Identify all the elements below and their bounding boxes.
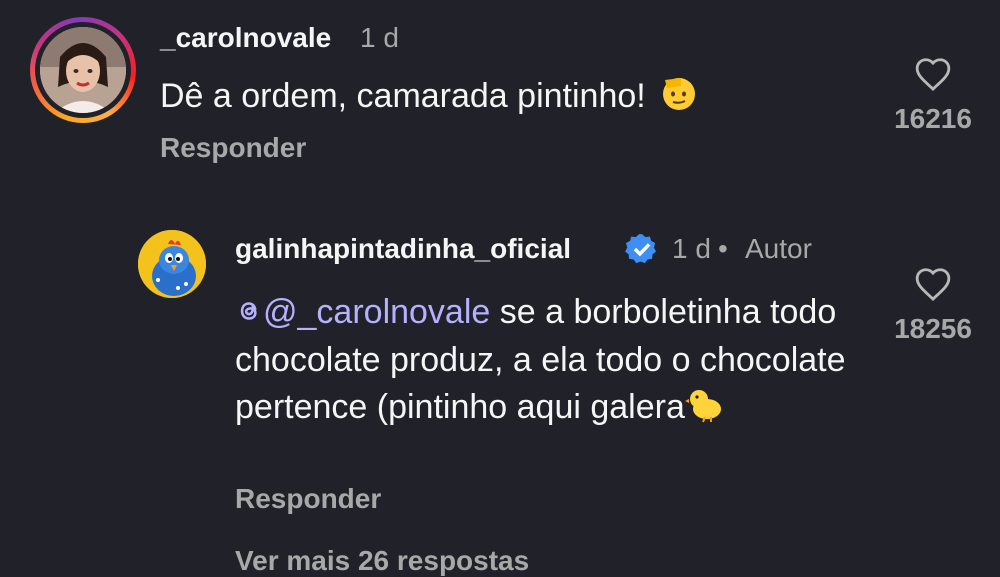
comment-timestamp: 1 d <box>672 233 711 264</box>
comment-username[interactable]: _carolnovale <box>160 22 331 54</box>
view-more-replies-label[interactable]: Ver mais 26 respostas <box>235 545 529 576</box>
separator-dot: • <box>718 233 728 264</box>
heart-icon[interactable] <box>878 266 988 307</box>
comment-text-content: Dê a ordem, camarada pintinho! <box>160 76 646 115</box>
chick-emoji <box>684 383 725 435</box>
verified-badge-icon <box>625 232 659 271</box>
author-tag: Autor <box>745 233 812 264</box>
comment-username[interactable]: galinhapintadinha_oficial <box>235 233 571 265</box>
like-column: 16216 <box>878 56 988 135</box>
threads-icon <box>235 293 263 338</box>
avatar-carolnovale <box>40 27 126 113</box>
like-count: 18256 <box>894 313 972 344</box>
mention-text[interactable]: @_carolnovale <box>263 293 490 331</box>
story-ring-avatar[interactable] <box>30 17 136 123</box>
avatar-galinhapintadinha[interactable] <box>138 230 206 298</box>
like-count: 16216 <box>894 103 972 134</box>
reply-button[interactable]: Responder <box>235 483 381 515</box>
mention-link[interactable]: @_carolnovale <box>235 293 490 331</box>
heart-icon[interactable] <box>878 56 988 97</box>
reply-button[interactable]: Responder <box>160 132 306 164</box>
comment-text: Dê a ordem, camarada pintinho! <box>160 72 860 124</box>
comment-text: @_carolnovale se a borboletinha todo cho… <box>235 290 865 435</box>
comment-timestamp: 1 d <box>360 22 399 53</box>
salute-emoji <box>659 72 699 124</box>
comment-carolnovale: _carolnovale 1 d Dê a ordem, camarada pi… <box>0 0 1000 190</box>
like-column: 18256 <box>878 266 988 345</box>
view-more-replies[interactable]: Ver mais 26 respostas <box>235 545 529 577</box>
